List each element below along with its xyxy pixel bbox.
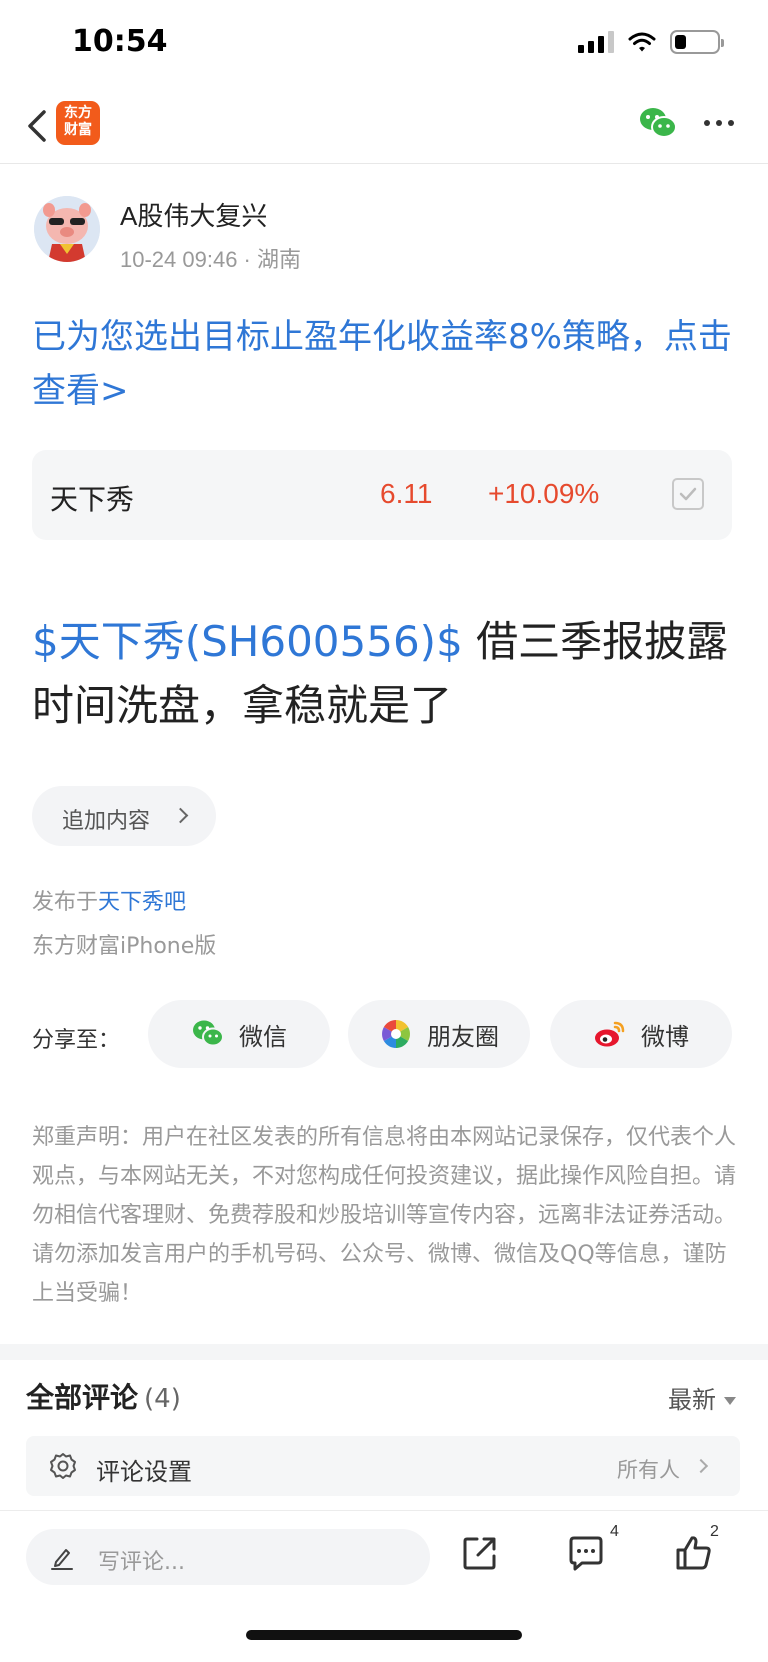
comments-title-label: 全部评论: [26, 1381, 139, 1414]
chevron-right-icon: [693, 1458, 709, 1474]
sort-dropdown[interactable]: 最新: [668, 1380, 736, 1415]
moments-icon: [382, 1020, 410, 1048]
dropdown-arrow-icon: [724, 1397, 736, 1405]
share-moments-label: 朋友圈: [427, 1022, 499, 1051]
stock-change: +10.09%: [488, 478, 600, 509]
like-count-badge: 2: [710, 1523, 719, 1540]
watchlist-checkbox[interactable]: [672, 478, 704, 510]
comment-placeholder: 写评论...: [98, 1550, 185, 1575]
home-indicator: [246, 1630, 522, 1640]
share-wechat-button[interactable]: 微信: [148, 1000, 330, 1068]
check-icon: [679, 487, 697, 501]
stock-card[interactable]: 天下秀 6.11 +10.09%: [32, 450, 732, 540]
disclaimer: 郑重声明：用户在社区发表的所有信息将由本网站记录保存，仅代表个人观点，与本网站无…: [32, 1125, 737, 1306]
wifi-icon: [628, 32, 656, 52]
sort-label: 最新: [668, 1386, 716, 1414]
comments-title: 全部评论 (4): [26, 1376, 181, 1416]
post-title: $天下秀(SH600556)$ 借三季报披露时间洗盘，拿稳就是了: [32, 610, 742, 738]
comment-icon[interactable]: [566, 1533, 606, 1573]
back-icon[interactable]: [18, 104, 58, 148]
comment-count-badge: 4: [610, 1523, 619, 1540]
pencil-icon: [51, 1549, 73, 1570]
avatar[interactable]: [34, 196, 100, 262]
signal-icon: [578, 31, 614, 53]
battery-icon: [670, 30, 724, 54]
share-weibo-button[interactable]: 微博: [550, 1000, 732, 1068]
publish-info: 发布于天下秀吧: [32, 884, 186, 916]
app-logo: 东方 财富: [56, 101, 100, 145]
comment-settings-row[interactable]: 评论设置 所有人: [26, 1436, 740, 1496]
add-content-button[interactable]: 追加内容: [32, 786, 216, 846]
weibo-icon: [595, 1021, 625, 1047]
author-name[interactable]: A股伟大复兴: [120, 196, 267, 233]
stock-name: 天下秀: [50, 483, 135, 516]
add-content-label: 追加内容: [62, 809, 151, 834]
share-weibo-label: 微博: [641, 1022, 689, 1051]
avatar-image: [34, 196, 100, 262]
chevron-right-icon: [172, 807, 189, 824]
stock-price: 6.11: [380, 478, 433, 509]
share-moments-button[interactable]: 朋友圈: [348, 1000, 530, 1068]
stock-tag-link[interactable]: $天下秀(SH600556)$: [32, 617, 463, 666]
bottom-action-bar: 写评论... 4 2: [0, 1510, 768, 1600]
settings-value: 所有人: [617, 1458, 680, 1482]
nav-bar: 东方 财富: [0, 88, 768, 164]
logo-line2: 财富: [64, 122, 92, 138]
share-label: 分享至：: [32, 1028, 121, 1053]
wechat-icon[interactable]: [638, 106, 678, 140]
share-wechat-label: 微信: [239, 1022, 287, 1051]
share-icon[interactable]: [460, 1533, 500, 1573]
logo-line1: 东方: [64, 105, 92, 121]
promo-link[interactable]: 已为您选出目标止盈年化收益率8%策略，点击查看>: [32, 310, 732, 418]
publish-prefix: 发布于: [32, 890, 99, 915]
gear-icon: [50, 1453, 76, 1479]
more-icon[interactable]: [704, 120, 734, 126]
bar-link[interactable]: 天下秀吧: [98, 890, 186, 915]
like-icon[interactable]: [674, 1533, 714, 1573]
section-divider: [0, 1344, 768, 1360]
status-icons: [578, 30, 724, 54]
wechat-icon: [193, 1020, 224, 1047]
comment-input[interactable]: 写评论...: [26, 1529, 430, 1585]
status-bar: 10:54: [0, 0, 768, 88]
client-info: 东方财富iPhone版: [32, 934, 217, 959]
settings-label: 评论设置: [96, 1458, 192, 1486]
comments-count: (4): [144, 1384, 181, 1414]
post-meta: 10-24 09:46 · 湖南: [120, 247, 301, 272]
status-time: 10:54: [72, 24, 168, 59]
